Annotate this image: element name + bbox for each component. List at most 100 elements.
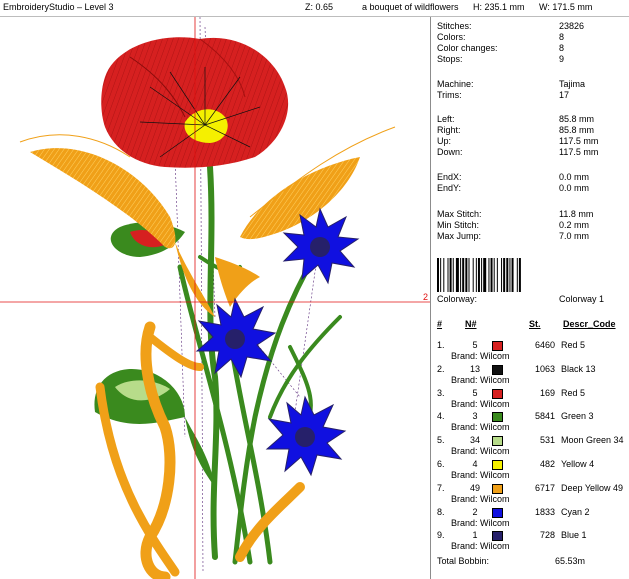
barcode-bar bbox=[503, 258, 506, 292]
color-index: 2. bbox=[437, 363, 445, 374]
barcode-bar bbox=[449, 258, 452, 292]
stat-value: 85.8 mm bbox=[559, 125, 595, 135]
title-bar: EmbroideryStudio – Level 3 Z: 0.65 a bou… bbox=[0, 0, 629, 17]
stat-row: Colors: 8 bbox=[437, 32, 627, 43]
color-stitch-count: 1833 bbox=[534, 506, 555, 517]
header-num: # bbox=[437, 319, 443, 329]
barcode-bar bbox=[483, 258, 487, 292]
wheat-ears bbox=[19, 126, 396, 579]
barcode-bar bbox=[477, 258, 480, 292]
stat-value: 8 bbox=[559, 43, 565, 53]
barcode-bar bbox=[518, 258, 521, 292]
colorway-value: Colorway 1 bbox=[559, 294, 605, 304]
color-stitch-count: 728 bbox=[539, 530, 555, 541]
stat-value: Tajima bbox=[559, 79, 586, 89]
color-swatch bbox=[492, 483, 503, 494]
barcode-bar bbox=[440, 258, 442, 292]
color-brand: Brand: Wilcom bbox=[451, 398, 510, 409]
design-info-panel: Stitches: 23826 Colors: 8 Color changes: 8 Sto… bbox=[431, 17, 629, 579]
design-canvas[interactable]: 2 bbox=[0, 17, 431, 579]
color-description: Yellow 4 bbox=[561, 459, 595, 469]
barcode-bar bbox=[490, 258, 493, 292]
stat-value: 85.8 mm bbox=[559, 114, 595, 124]
stat-value: 117.5 mm bbox=[559, 147, 599, 157]
header-n: N# bbox=[465, 319, 477, 329]
stat-label: Stitches: bbox=[437, 21, 472, 31]
color-number: 34 bbox=[469, 435, 480, 446]
color-number: 4 bbox=[472, 459, 478, 469]
color-brand: Brand: Wilcom bbox=[451, 470, 510, 480]
header-stitches: St. bbox=[529, 319, 541, 329]
embroidery-design bbox=[0, 17, 430, 579]
stat-value: 17 bbox=[559, 90, 570, 100]
color-index: 6. bbox=[437, 459, 445, 469]
color-index: 9. bbox=[437, 530, 445, 541]
stat-row: Down: 117.5 mm bbox=[437, 147, 627, 158]
total-bobbin-row: Total Bobbin: 65.53m bbox=[437, 556, 627, 567]
color-number: 13 bbox=[469, 363, 480, 374]
color-table-header: # N# St. Descr_Code bbox=[437, 319, 627, 330]
barcode-bar bbox=[465, 258, 468, 292]
color-number: 49 bbox=[469, 482, 480, 493]
stat-label: EndY: bbox=[437, 183, 462, 193]
stat-label: Trims: bbox=[437, 90, 462, 100]
color-number: 1 bbox=[472, 530, 478, 541]
color-description: Deep Yellow 49 bbox=[561, 482, 624, 493]
color-description: Black 13 bbox=[561, 363, 596, 374]
color-description: Cyan 2 bbox=[561, 506, 590, 517]
stat-row: Up: 117.5 mm bbox=[437, 136, 627, 147]
color-swatch bbox=[492, 364, 503, 375]
stat-value: 0.0 mm bbox=[559, 183, 590, 193]
barcode-bar bbox=[468, 258, 470, 292]
color-stitch-count: 482 bbox=[539, 459, 555, 469]
barcode-bar bbox=[437, 258, 439, 292]
color-swatch bbox=[492, 341, 503, 351]
barcode-bar bbox=[455, 258, 459, 292]
color-index: 4. bbox=[437, 411, 445, 422]
color-row: 1. 5 6460 Red 5 Brand: Wilcom bbox=[437, 340, 627, 364]
color-swatch bbox=[492, 507, 503, 518]
stat-row: EndX: 0.0 mm bbox=[437, 172, 627, 183]
stat-row: Trims: 17 bbox=[437, 90, 627, 101]
stat-value: 8 bbox=[559, 32, 565, 42]
color-stitch-count: 1063 bbox=[534, 363, 555, 374]
color-row: 9. 1 728 Blue 1 Brand: Wilcom bbox=[437, 530, 627, 554]
barcode-image bbox=[437, 258, 521, 292]
barcode-bar bbox=[506, 258, 509, 292]
color-number: 2 bbox=[472, 506, 478, 517]
barcode-bar bbox=[488, 258, 490, 292]
color-description: Red 5 bbox=[561, 340, 586, 350]
barcode-bar bbox=[452, 258, 454, 292]
barcode-bar bbox=[511, 258, 514, 292]
color-brand: Brand: Wilcom bbox=[451, 446, 510, 457]
color-brand: Brand: Wilcom bbox=[451, 541, 510, 552]
stat-label: Down: bbox=[437, 147, 463, 157]
stat-label: Color changes: bbox=[437, 43, 498, 53]
stat-row: Max Jump: 7.0 mm bbox=[437, 231, 627, 242]
total-bobbin-label: Total Bobbin: bbox=[437, 556, 490, 566]
zoom-readout: Z: 0.65 bbox=[305, 2, 334, 12]
stat-row: Right: 85.8 mm bbox=[437, 125, 627, 136]
color-number: 3 bbox=[472, 411, 478, 422]
stat-row: Max Stitch: 11.8 mm bbox=[437, 209, 627, 220]
stat-value: 0.2 mm bbox=[559, 220, 590, 230]
barcode-bar bbox=[516, 258, 518, 292]
barcode-bar bbox=[509, 258, 511, 292]
stat-label: Right: bbox=[437, 125, 461, 135]
color-row: 6. 4 482 Yellow 4 Brand: Wilcom bbox=[437, 459, 627, 483]
color-brand: Brand: Wilcom bbox=[451, 351, 510, 361]
color-brand: Brand: Wilcom bbox=[451, 493, 510, 504]
colorway-label: Colorway: bbox=[437, 294, 478, 304]
color-brand: Brand: Wilcom bbox=[451, 517, 510, 528]
color-brand: Brand: Wilcom bbox=[451, 422, 510, 433]
color-swatch bbox=[492, 412, 503, 423]
color-stitch-count: 6717 bbox=[534, 482, 555, 493]
app-title: EmbroideryStudio – Level 3 bbox=[3, 2, 114, 12]
stat-label: Stops: bbox=[437, 54, 463, 64]
width-readout: W: 171.5 mm bbox=[539, 2, 593, 12]
color-stitch-count: 5841 bbox=[534, 411, 555, 422]
stat-label: Colors: bbox=[437, 32, 466, 42]
stat-value: 0.0 mm bbox=[559, 172, 590, 182]
stat-value: 11.8 mm bbox=[559, 209, 594, 219]
stat-row: Stops: 9 bbox=[437, 54, 627, 65]
